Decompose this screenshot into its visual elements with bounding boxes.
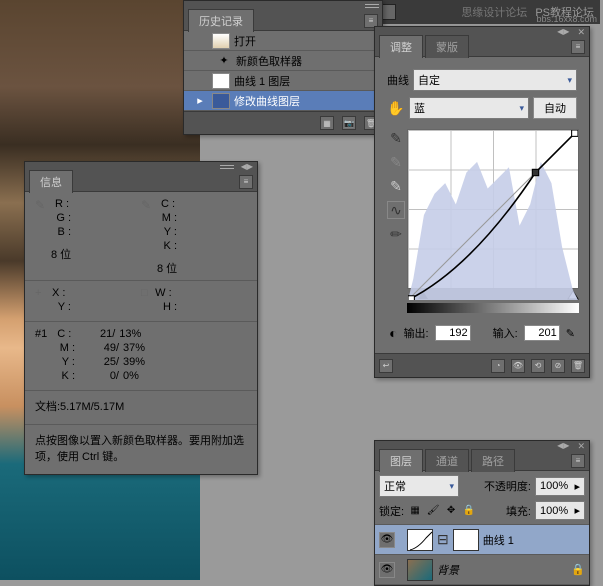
- link-icon[interactable]: ⊟: [437, 531, 449, 548]
- curves-thumb[interactable]: [407, 529, 433, 551]
- history-panel: 历史记录 ≡ 打开 ✦新颜色取样器 曲线 1 图层 ▸修改曲线图层 ▦ 📷 🗑: [183, 0, 383, 135]
- watermark-2: bbs.16xx8.com: [536, 14, 597, 24]
- preset-dropdown[interactable]: 自定▾: [413, 69, 577, 91]
- forum-text: 思缘设计论坛: [461, 4, 527, 20]
- close-icon[interactable]: ◀▶: [241, 162, 253, 172]
- adjust-body: 曲线 自定▾ ✋ 蓝▾ 自动 ✎ ✎ ✎ ∿ ✏: [375, 57, 589, 353]
- hist-label: 曲线 1 图层: [234, 73, 290, 89]
- close-icon[interactable]: ✕: [577, 441, 585, 451]
- pencil-icon[interactable]: ✎: [566, 327, 575, 340]
- eyedropper-white-icon[interactable]: ✎: [387, 177, 405, 195]
- tab-adjust[interactable]: 调整: [379, 35, 423, 58]
- flyout-icon[interactable]: [220, 165, 234, 171]
- reset-icon[interactable]: ⊘: [551, 359, 565, 373]
- lock-all-icon[interactable]: 🔒: [462, 504, 476, 518]
- adjust-footer: ↩ ◔ 👁 ⟲ ⊘ 🗑: [375, 353, 589, 377]
- collapse-icon[interactable]: ◀▶: [557, 441, 569, 451]
- eye-icon[interactable]: 👁: [511, 359, 525, 373]
- eyedropper-gray-icon[interactable]: ✎: [387, 153, 405, 171]
- layers-body: 正常▾ 不透明度: 100%▸ 锁定: ▦ 🖌 ✥ 🔒 填充: 100%▸ 👁 …: [375, 471, 589, 585]
- clip-icon[interactable]: ◐: [389, 325, 397, 341]
- mask-thumb[interactable]: [453, 529, 479, 551]
- output-input[interactable]: [435, 325, 471, 341]
- info-tab[interactable]: 信息: [29, 170, 73, 193]
- history-item-selected[interactable]: ▸修改曲线图层: [184, 91, 382, 111]
- history-item[interactable]: ✦新颜色取样器: [184, 51, 382, 71]
- lock-icon: 🔒: [571, 563, 585, 576]
- curve-draw-icon[interactable]: ✏: [387, 225, 405, 243]
- layer-item[interactable]: 👁 背景 🔒: [375, 555, 589, 585]
- menu-icon[interactable]: ≡: [571, 454, 585, 468]
- gradient-slider[interactable]: [407, 303, 579, 313]
- info-panel: ◀▶ 信息 ≡ ✎R : G : B : 8 位 ✎C : M : Y : K …: [24, 161, 258, 475]
- collapse-icon[interactable]: ◀▶: [557, 27, 569, 37]
- visibility-icon[interactable]: 👁: [379, 532, 395, 548]
- layer-item[interactable]: 👁 ⊟ 曲线 1: [375, 525, 589, 555]
- lock-trans-icon[interactable]: ▦: [408, 504, 422, 518]
- flyout-icon[interactable]: [365, 4, 379, 10]
- hist-label: 新颜色取样器: [236, 53, 302, 69]
- history-footer: ▦ 📷 🗑: [184, 111, 382, 134]
- history-tab[interactable]: 历史记录: [188, 9, 254, 32]
- layers-header: 图层 通道 路径 ≡: [375, 451, 589, 471]
- layer-name: 背景: [437, 562, 459, 578]
- layers-panel: ◀▶ ✕ 图层 通道 路径 ≡ 正常▾ 不透明度: 100%▸ 锁定: ▦ 🖌 ✥…: [374, 440, 590, 586]
- history-header: 历史记录 ≡: [184, 11, 382, 31]
- info-body: ✎R : G : B : 8 位 ✎C : M : Y : K : 8 位 +X…: [25, 192, 257, 474]
- info-hint: 点按图像以置入新颜色取样器。要用附加选项，使用 Ctrl 键。: [25, 425, 257, 474]
- adjust-header: 调整 蒙版 ≡: [375, 37, 589, 57]
- menu-icon[interactable]: ≡: [571, 40, 585, 54]
- curve-tools: ✎ ✎ ✎ ∿ ✏: [385, 129, 407, 315]
- clip-icon[interactable]: ◔: [491, 359, 505, 373]
- hand-icon[interactable]: ✋: [387, 99, 405, 117]
- layer-list: 👁 ⊟ 曲线 1 👁 背景 🔒: [375, 525, 589, 585]
- tab-layers[interactable]: 图层: [379, 449, 423, 472]
- history-item[interactable]: 曲线 1 图层: [184, 71, 382, 91]
- fill-input[interactable]: 100%▸: [535, 501, 585, 520]
- curve-graph[interactable]: [407, 129, 579, 289]
- hist-label: 修改曲线图层: [234, 93, 300, 109]
- eyedropper-black-icon[interactable]: ✎: [387, 129, 405, 147]
- new-doc-icon[interactable]: 📷: [342, 116, 356, 130]
- bg-thumb[interactable]: [407, 559, 433, 581]
- menu-icon[interactable]: ≡: [239, 175, 253, 189]
- input-label: 输入:: [493, 325, 518, 341]
- tab-paths[interactable]: 路径: [471, 449, 515, 472]
- history-item[interactable]: 打开: [184, 31, 382, 51]
- input-input[interactable]: [524, 325, 560, 341]
- lock-label: 锁定:: [379, 503, 404, 519]
- trash-icon[interactable]: 🗑: [571, 359, 585, 373]
- curve-point-icon[interactable]: ∿: [387, 201, 405, 219]
- auto-button[interactable]: 自动: [533, 97, 577, 119]
- doc-size: 文档:5.17M/5.17M: [25, 391, 257, 425]
- hist-label: 打开: [234, 33, 256, 49]
- adjustments-panel: ◀▶ ✕ 调整 蒙版 ≡ 曲线 自定▾ ✋ 蓝▾ 自动 ✎ ✎ ✎ ∿ ✏: [374, 26, 590, 378]
- visibility-icon[interactable]: 👁: [379, 562, 395, 578]
- channel-dropdown[interactable]: 蓝▾: [409, 97, 529, 119]
- close-icon[interactable]: ✕: [577, 27, 585, 37]
- info-header: 信息 ≡: [25, 172, 257, 192]
- prev-icon[interactable]: ⟲: [531, 359, 545, 373]
- opacity-input[interactable]: 100%▸: [535, 477, 585, 496]
- curves-label: 曲线: [387, 72, 409, 88]
- output-label: 输出:: [404, 325, 429, 341]
- history-list: 打开 ✦新颜色取样器 曲线 1 图层 ▸修改曲线图层: [184, 31, 382, 111]
- lock-move-icon[interactable]: ✥: [444, 504, 458, 518]
- fill-label: 填充:: [506, 503, 531, 519]
- lock-paint-icon[interactable]: 🖌: [426, 504, 440, 518]
- opacity-label: 不透明度:: [484, 478, 531, 494]
- layer-name: 曲线 1: [483, 532, 514, 548]
- return-icon[interactable]: ↩: [379, 359, 393, 373]
- blend-mode-dropdown[interactable]: 正常▾: [379, 475, 459, 497]
- tab-mask[interactable]: 蒙版: [425, 35, 469, 58]
- tab-channels[interactable]: 通道: [425, 449, 469, 472]
- snapshot-icon[interactable]: ▦: [320, 116, 334, 130]
